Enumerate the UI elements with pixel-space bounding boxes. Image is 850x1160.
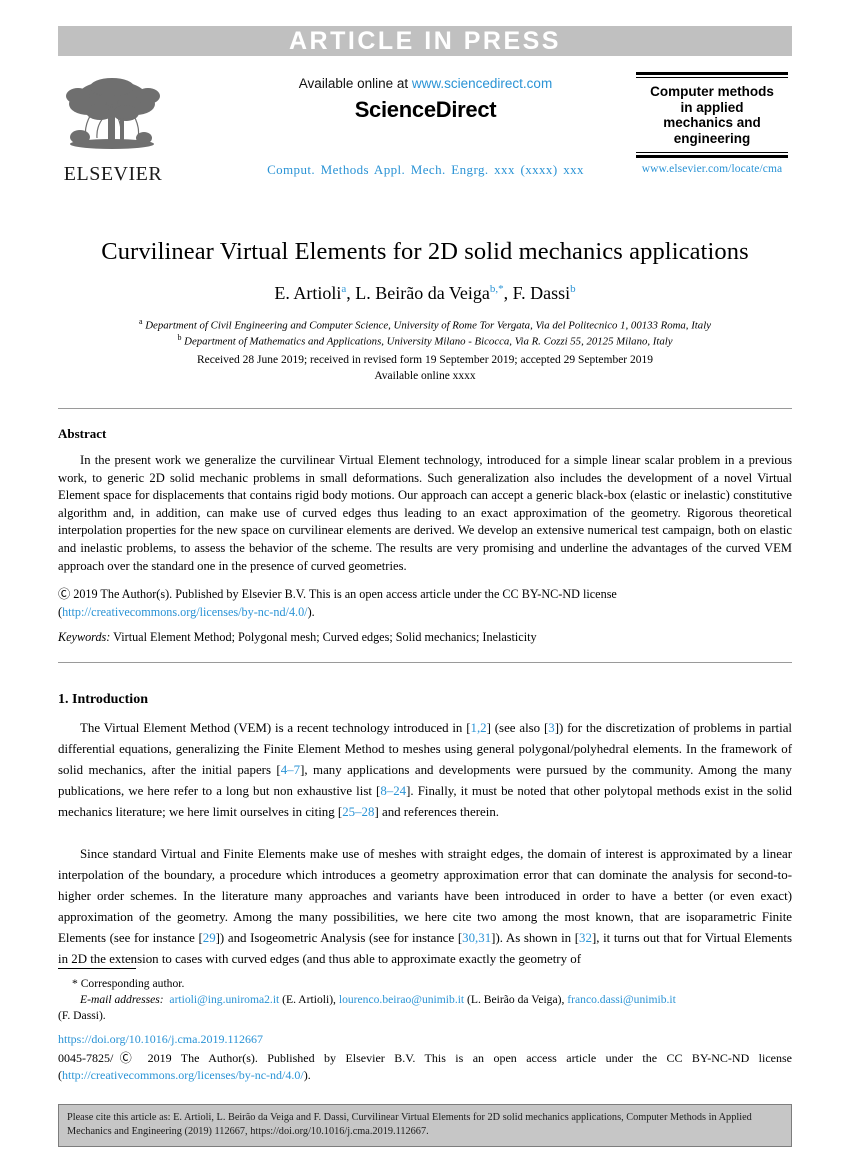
abstract-bottom-rule — [58, 662, 792, 663]
corresponding-author-note: * Corresponding author. — [72, 977, 185, 990]
journal-title: Computer methods in applied mechanics an… — [632, 84, 792, 146]
journal-title-line-2: in applied — [680, 99, 744, 115]
issn-copyright-text: 0045-7825/Ⓒ 2019 The Author(s). Publishe… — [58, 1051, 792, 1065]
abstract-heading: Abstract — [58, 426, 107, 441]
journal-box-bottom-rule — [636, 152, 788, 158]
issn-copyright-line: 0045-7825/Ⓒ 2019 The Author(s). Publishe… — [58, 1050, 792, 1084]
journal-title-box: Computer methods in applied mechanics an… — [632, 72, 792, 175]
author-list: E. Artiolia, L. Beirão da Veigab,*, F. D… — [274, 283, 576, 303]
journal-title-line-1: Computer methods — [650, 84, 774, 99]
abstract-top-rule — [58, 408, 792, 409]
received-dates: Received 28 June 2019; received in revis… — [196, 354, 654, 366]
abstract-copyright-line: Ⓒ 2019 The Author(s). Published by Elsev… — [58, 587, 617, 601]
available-online-line: Available online at www.sciencedirect.co… — [233, 76, 618, 91]
bottom-license-line: (http://creativecommons.org/licenses/by-… — [58, 1068, 311, 1082]
footnote-rule — [58, 968, 136, 969]
sciencedirect-block: Available online at www.sciencedirect.co… — [233, 76, 618, 123]
elsevier-tree-logo-icon — [58, 74, 168, 162]
intro-paragraph-2: Since standard Virtual and Finite Elemen… — [58, 847, 793, 966]
doi-link[interactable]: https://doi.org/10.1016/j.cma.2019.11266… — [58, 1032, 263, 1047]
bottom-license-url-link[interactable]: http://creativecommons.org/licenses/by-n… — [62, 1068, 304, 1082]
journal-title-line-3: mechanics and — [663, 115, 761, 130]
abstract-license-line: (http://creativecommons.org/licenses/by-… — [58, 604, 792, 622]
available-online-date: Available online xxxx — [374, 370, 476, 382]
available-online-prefix: Available online at — [298, 76, 412, 91]
intro-paragraph-1: The Virtual Element Method (VEM) is a re… — [58, 721, 792, 819]
license-url-link[interactable]: http://creativecommons.org/licenses/by-n… — [62, 605, 308, 619]
affiliation-b-text: Department of Mathematics and Applicatio… — [184, 335, 673, 348]
email-addresses-tail: (F. Dassi). — [58, 1008, 106, 1022]
journal-title-line-4: engineering — [673, 130, 751, 146]
keywords-label: Keywords: — [58, 630, 111, 644]
please-cite-box: Please cite this article as: E. Artioli,… — [58, 1104, 792, 1147]
journal-homepage-link[interactable]: www.elsevier.com/locate/cma — [632, 163, 792, 175]
abstract-body: In the present work we generalize the cu… — [58, 453, 792, 573]
journal-box-top-rule — [636, 72, 788, 78]
elsevier-logo: ELSEVIER — [58, 74, 168, 186]
abstract-copyright: Ⓒ 2019 The Author(s). Published by Elsev… — [58, 586, 792, 621]
keywords-line: Keywords: Virtual Element Method; Polygo… — [58, 630, 792, 645]
bottom-license-close-paren: ). — [303, 1068, 311, 1082]
journal-masthead: ELSEVIER Available online at www.science… — [58, 72, 792, 194]
email-addresses-list[interactable]: artioli@ing.uniroma2.it (E. Artioli), lo… — [164, 993, 675, 1006]
paper-page: ARTICLE IN PRESS ELSEVIER Available onli… — [0, 0, 850, 1160]
elsevier-wordmark: ELSEVIER — [63, 163, 163, 185]
page-title: Curvilinear Virtual Elements for 2D soli… — [101, 238, 749, 265]
affiliation-b: b Department of Mathematics and Applicat… — [177, 333, 673, 348]
license-close-paren: ). — [307, 604, 315, 619]
journal-reference-line: Comput. Methods Appl. Mech. Engrg. xxx (… — [267, 162, 584, 177]
sciencedirect-url-link[interactable]: www.sciencedirect.com — [412, 76, 552, 91]
keywords-value: Virtual Element Method; Polygonal mesh; … — [110, 630, 537, 644]
section-heading-introduction: 1. Introduction — [58, 692, 148, 707]
article-in-press-banner: ARTICLE IN PRESS — [58, 26, 792, 56]
email-addresses-note: E-mail addresses: artioli@ing.uniroma2.i… — [58, 992, 792, 1023]
email-addresses-label: E-mail addresses: — [80, 993, 164, 1006]
sciencedirect-wordmark: ScienceDirect — [354, 97, 497, 122]
